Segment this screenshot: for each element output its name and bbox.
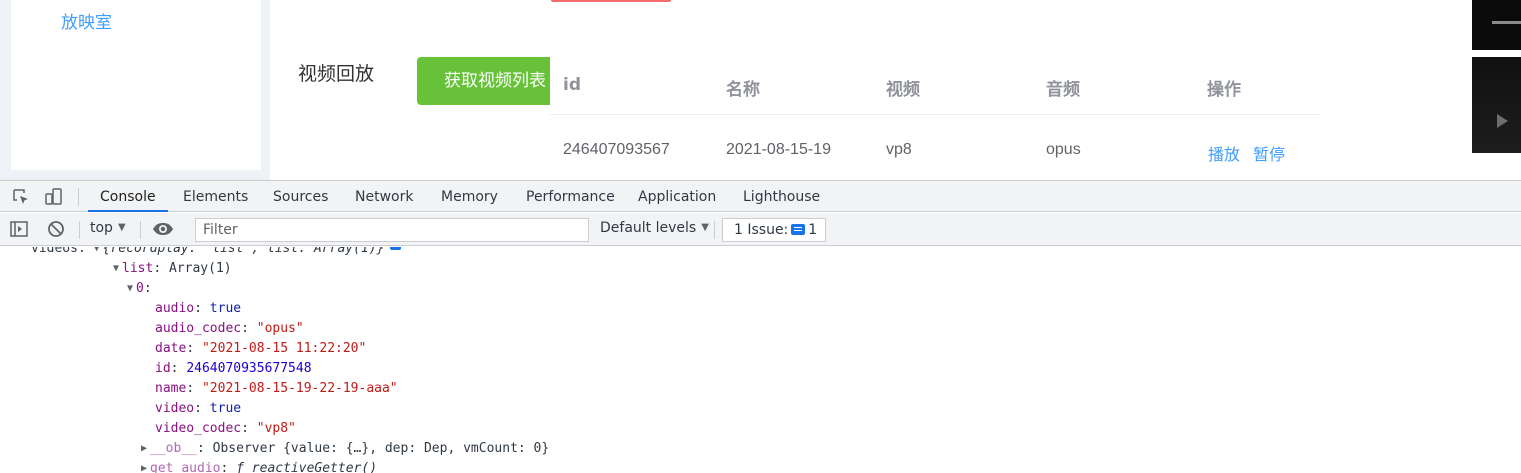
tab-console[interactable]: Console — [88, 181, 168, 212]
play-link[interactable]: 播放 — [1208, 141, 1240, 165]
column-header-actions: 操作 — [1207, 80, 1241, 100]
cell-id: 246407093567 — [563, 141, 670, 158]
console-prop-row: video: true — [155, 401, 242, 416]
separator — [714, 221, 715, 239]
chevron-down-icon: ▼ — [117, 222, 126, 233]
video-table: id 名称 视频 音频 操作 246407093567 2021-08-15-1… — [550, 57, 1320, 180]
console-prop-row: id: 2464070935677548 — [155, 361, 312, 376]
separator — [78, 188, 79, 206]
console-prop-row: video_codec: "vp8" — [155, 421, 296, 436]
expand-triangle-icon[interactable]: ▼ — [113, 259, 119, 279]
log-levels-dropdown[interactable]: Default levels ▼ — [600, 220, 709, 236]
device-toolbar-icon[interactable] — [44, 187, 64, 207]
column-header-audio: 音频 — [1046, 80, 1080, 100]
sidebar: 放映室 — [11, 0, 261, 170]
video-replay-label: 视频回放 — [298, 63, 375, 85]
filter-input[interactable] — [195, 218, 589, 242]
play-icon[interactable] — [1497, 114, 1508, 128]
tab-lighthouse[interactable]: Lighthouse — [743, 181, 820, 212]
column-header-name: 名称 — [726, 80, 760, 100]
tab-elements[interactable]: Elements — [183, 181, 248, 212]
console-line-getter[interactable]: ▶ get audio: ƒ reactiveGetter() — [141, 459, 377, 473]
context-selector[interactable]: top ▼ — [90, 220, 126, 236]
sidebar-toggle-icon[interactable] — [9, 219, 29, 239]
console-line-observer[interactable]: ▶ __ob__: Observer {value: {…}, dep: Dep,… — [141, 439, 549, 459]
inspect-element-icon[interactable] — [11, 187, 31, 207]
console-prop-row: date: "2021-08-15 11:22:20" — [155, 341, 367, 356]
context-label: top — [90, 220, 113, 236]
console-prop-row: audio_codec: "opus" — [155, 321, 304, 336]
column-header-video: 视频 — [886, 80, 920, 100]
devtools-panel: Console Elements Sources Network Memory … — [0, 180, 1521, 473]
webpage: 放映室 视频回放 获取视频列表 id 名称 视频 音频 操作 246407093… — [0, 0, 1521, 180]
tab-network[interactable]: Network — [355, 181, 413, 212]
separator — [79, 221, 80, 239]
red-button-edge — [551, 0, 671, 2]
expand-triangle-icon[interactable]: ▶ — [141, 439, 147, 459]
pause-link[interactable]: 暂停 — [1253, 141, 1285, 165]
cell-name: 2021-08-15-19 — [726, 141, 831, 158]
tab-performance[interactable]: Performance — [526, 181, 615, 212]
issue-message-icon — [791, 224, 806, 235]
expand-triangle-icon[interactable]: ▼ — [94, 247, 100, 259]
table-header: id 名称 视频 音频 操作 — [550, 57, 1320, 115]
console-prop-row: audio: true — [155, 301, 242, 316]
issues-button[interactable]: 1 Issue: 1 — [722, 218, 826, 242]
tab-sources[interactable]: Sources — [273, 181, 328, 212]
console-toolbar: top ▼ Default levels ▼ 1 Issue: 1 — [0, 213, 1521, 246]
issues-count: 1 — [808, 222, 818, 238]
issues-label: 1 Issue: — [734, 222, 789, 238]
live-expression-eye-icon[interactable] — [152, 219, 173, 239]
chevron-down-icon: ▼ — [701, 222, 709, 233]
log-levels-label: Default levels — [600, 220, 697, 236]
separator — [140, 221, 141, 239]
console-line-videos[interactable]: videos: ▼ {recordplay: 'list', list: Arra… — [31, 247, 402, 259]
expand-triangle-icon[interactable]: ▶ — [141, 459, 147, 473]
sidebar-item-screening-room[interactable]: 放映室 — [61, 8, 112, 33]
devtools-tab-bar: Console Elements Sources Network Memory … — [0, 180, 1521, 212]
tab-memory[interactable]: Memory — [441, 181, 498, 212]
console-output: videos: ▼ {recordplay: 'list', list: Arra… — [0, 247, 1521, 473]
column-header-id: id — [563, 75, 581, 95]
video-player[interactable] — [1472, 57, 1521, 153]
info-icon[interactable] — [390, 247, 402, 250]
cell-video: vp8 — [886, 141, 912, 158]
expand-triangle-icon[interactable]: ▼ — [127, 279, 133, 299]
cell-audio: opus — [1046, 141, 1081, 158]
progress-bar — [1492, 21, 1521, 24]
console-line-list[interactable]: ▼ list: Array(1) — [113, 259, 232, 279]
tab-application[interactable]: Application — [638, 181, 716, 212]
video-player-thumbnail[interactable] — [1472, 0, 1521, 50]
console-line-index[interactable]: ▼ 0: — [127, 279, 152, 299]
console-prop-row: name: "2021-08-15-19-22-19-aaa" — [155, 381, 398, 396]
fetch-video-list-button[interactable]: 获取视频列表 — [417, 57, 557, 105]
clear-console-icon[interactable] — [46, 219, 66, 239]
